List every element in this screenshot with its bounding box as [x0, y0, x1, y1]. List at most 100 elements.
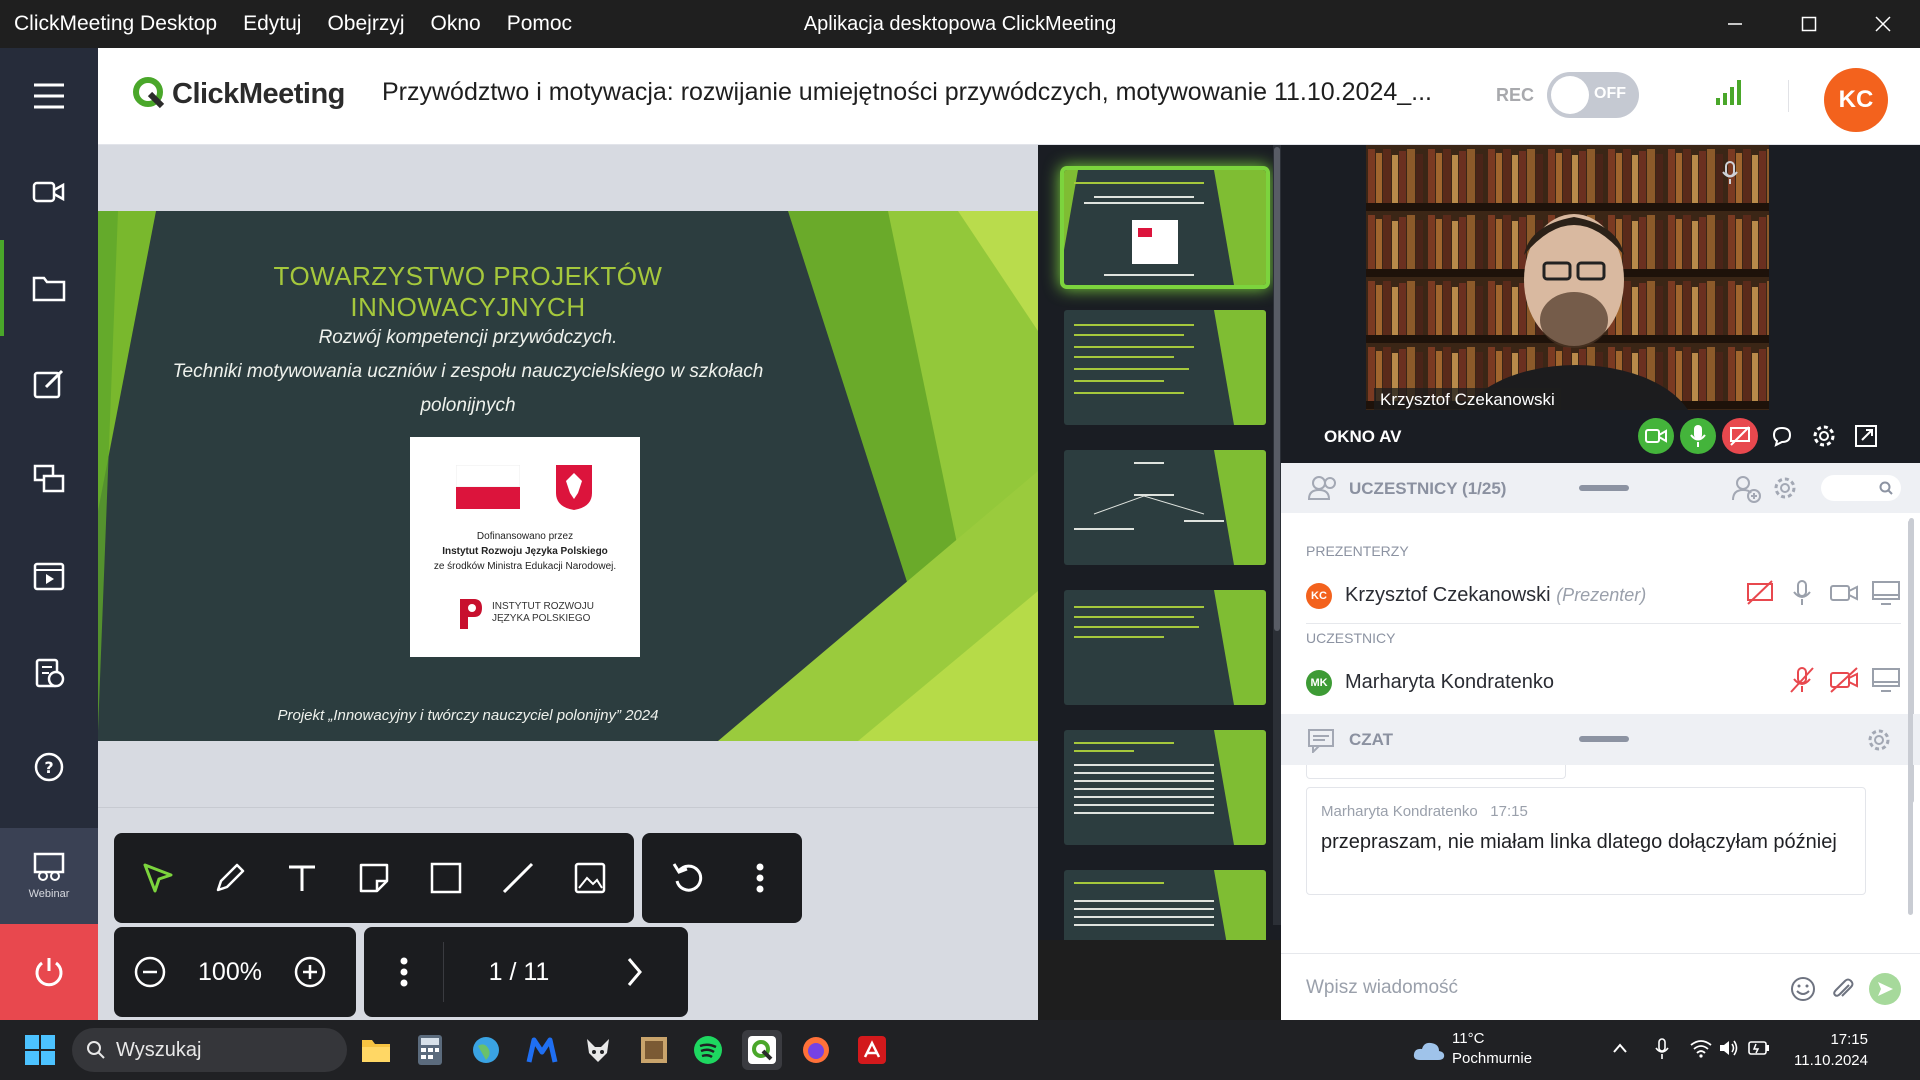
- pen-tool-button[interactable]: [194, 833, 266, 923]
- participant-search-input[interactable]: [1821, 475, 1901, 501]
- thumbnail-slide-3[interactable]: [1064, 450, 1266, 565]
- mic-off-icon[interactable]: [1787, 666, 1817, 694]
- taskbar-app-calculator[interactable]: [410, 1030, 450, 1070]
- minimize-button[interactable]: [1698, 0, 1772, 48]
- panel-resize-handle[interactable]: [1579, 736, 1629, 742]
- mic-icon[interactable]: [1787, 579, 1817, 607]
- monitor-icon[interactable]: [1871, 666, 1901, 694]
- taskbar-app-spotify[interactable]: [688, 1030, 728, 1070]
- next-page-button[interactable]: [594, 927, 674, 1017]
- logo-text: ClickMeeting: [172, 77, 345, 110]
- sticky-note-tool-button[interactable]: [338, 833, 410, 923]
- connection-signal-icon: [1716, 80, 1741, 105]
- image-tool-button[interactable]: [554, 833, 626, 923]
- title-bar: ClickMeeting Desktop Edytuj Obejrzyj Okn…: [0, 0, 1920, 48]
- text-tool-button[interactable]: [266, 833, 338, 923]
- chat-input[interactable]: Wpisz wiadomość: [1281, 953, 1920, 1020]
- menu-help[interactable]: Pomoc: [494, 12, 585, 36]
- thumbnail-slide-2[interactable]: [1064, 310, 1266, 425]
- menu-edit[interactable]: Edytuj: [230, 12, 314, 36]
- rectangle-tool-button[interactable]: [410, 833, 482, 923]
- speaker-name: Krzysztof Czekanowski: [1374, 388, 1561, 410]
- thumbnail-slide-6[interactable]: [1064, 870, 1266, 940]
- taskbar-app-firefox[interactable]: [796, 1030, 836, 1070]
- send-button[interactable]: [1869, 973, 1901, 1005]
- mic-icon[interactable]: [1654, 1038, 1670, 1060]
- more-tools-button[interactable]: [724, 833, 796, 923]
- user-avatar[interactable]: KC: [1824, 68, 1888, 132]
- taskbar-app-clickmeeting[interactable]: [742, 1030, 782, 1070]
- battery-icon[interactable]: [1748, 1040, 1770, 1056]
- menu-toggle-button[interactable]: [0, 48, 98, 144]
- taskbar-app-fox[interactable]: [578, 1030, 618, 1070]
- sidebar-item-survey[interactable]: [0, 624, 98, 720]
- taskbar-app-acrobat[interactable]: [852, 1030, 892, 1070]
- taskbar-search[interactable]: Wyszukaj: [72, 1028, 347, 1072]
- avatar: MK: [1306, 670, 1332, 696]
- thumbnails-scrollbar[interactable]: [1273, 145, 1281, 925]
- sidebar-item-camera[interactable]: [0, 144, 98, 240]
- sidebar-item-video[interactable]: [0, 528, 98, 624]
- screen-share-toggle-button[interactable]: [1722, 418, 1758, 454]
- menu-window[interactable]: Okno: [418, 12, 494, 36]
- recording-toggle[interactable]: OFF: [1547, 72, 1639, 118]
- select-tool-button[interactable]: [122, 833, 194, 923]
- irjp-brand: INSTYTUT ROZWOJU JĘZYKA POLSKIEGO: [492, 601, 594, 625]
- add-user-icon[interactable]: [1731, 475, 1761, 503]
- line-tool-button[interactable]: [482, 833, 554, 923]
- gear-icon[interactable]: [1866, 727, 1892, 753]
- sidebar-item-screen-share[interactable]: [0, 432, 98, 528]
- thumbnail-slide-1[interactable]: [1064, 170, 1266, 285]
- thumbnail-slide-5[interactable]: [1064, 730, 1266, 845]
- taskbar-app-image-viewer[interactable]: [634, 1030, 674, 1070]
- panel-resize-handle[interactable]: [1579, 485, 1629, 491]
- meeting-title: Przywództwo i motywacja: rozwijanie umie…: [382, 78, 1432, 106]
- camera-icon[interactable]: [1829, 579, 1859, 607]
- zoom-out-button[interactable]: [114, 927, 186, 1017]
- zoom-out-icon: [134, 956, 166, 988]
- clickmeeting-logo: ClickMeeting: [132, 76, 345, 112]
- camera-toggle-button[interactable]: [1638, 418, 1674, 454]
- logo-icon: [133, 77, 165, 109]
- chat-bubble-button[interactable]: [1764, 418, 1800, 454]
- sidebar-item-files[interactable]: [0, 240, 98, 336]
- right-panel-scrollbar[interactable]: [1908, 520, 1913, 915]
- participant-row[interactable]: KC Krzysztof Czekanowski (Prezenter): [1281, 565, 1901, 625]
- polish-flag-icon: [456, 465, 520, 509]
- zoom-in-button[interactable]: [274, 927, 346, 1017]
- attachment-icon[interactable]: [1830, 976, 1856, 1002]
- logo-line1: Dofinansowano przez: [476, 531, 574, 542]
- windows-icon: [25, 1035, 55, 1065]
- image-icon: [574, 862, 606, 894]
- mic-toggle-button[interactable]: [1680, 418, 1716, 454]
- slide-title: TOWARZYSTWO PROJEKTÓW INNOWACYJNYCH: [273, 261, 663, 322]
- screen-share-off-icon[interactable]: [1745, 579, 1775, 607]
- menu-app[interactable]: ClickMeeting Desktop: [0, 12, 230, 36]
- maximize-button[interactable]: [1772, 0, 1846, 48]
- camera-off-icon[interactable]: [1829, 666, 1859, 694]
- chevron-up-icon[interactable]: [1612, 1042, 1628, 1054]
- emoji-icon[interactable]: [1790, 976, 1816, 1002]
- leave-meeting-button[interactable]: [0, 924, 98, 1020]
- taskbar-app-browser[interactable]: [466, 1030, 506, 1070]
- thumbnail-slide-4[interactable]: [1064, 590, 1266, 705]
- volume-icon[interactable]: [1718, 1038, 1740, 1058]
- sidebar-item-webinar[interactable]: Webinar: [0, 828, 98, 924]
- sidebar-item-help[interactable]: ?: [0, 720, 98, 816]
- wifi-icon[interactable]: [1690, 1038, 1712, 1058]
- system-clock[interactable]: 17:15 11.10.2024: [1794, 1029, 1868, 1071]
- sidebar-item-notes[interactable]: [0, 336, 98, 432]
- taskbar-app-explorer[interactable]: [356, 1030, 396, 1070]
- av-popout-button[interactable]: [1848, 418, 1884, 454]
- undo-button[interactable]: [652, 833, 724, 923]
- menu-view[interactable]: Obejrzyj: [314, 12, 417, 36]
- av-settings-button[interactable]: [1806, 418, 1842, 454]
- gear-icon[interactable]: [1772, 475, 1798, 501]
- taskbar-app-malwarebytes[interactable]: [522, 1030, 562, 1070]
- page-options-button[interactable]: [364, 942, 444, 1002]
- participant-row[interactable]: MK Marharyta Kondratenko: [1281, 652, 1901, 712]
- monitor-icon[interactable]: [1871, 579, 1901, 607]
- close-button[interactable]: [1846, 0, 1920, 48]
- participant-name-text: Krzysztof Czekanowski: [1345, 584, 1551, 606]
- start-button[interactable]: [24, 1034, 56, 1071]
